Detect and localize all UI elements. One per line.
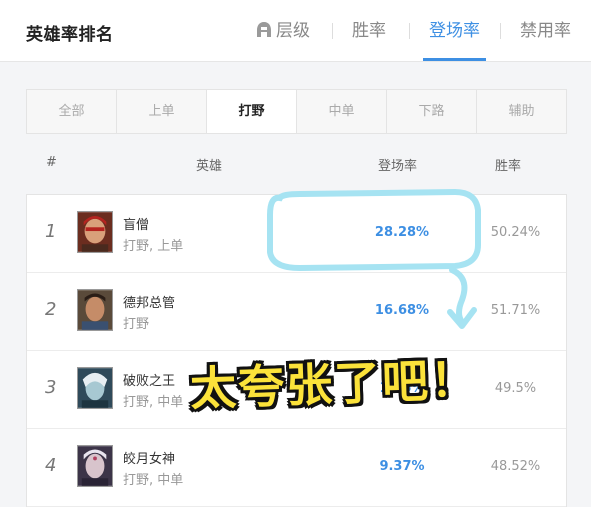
hero-name[interactable]: 德邦总管 xyxy=(123,292,175,311)
hero-name[interactable]: 盲僧 xyxy=(123,214,149,233)
tab-divider xyxy=(332,23,333,39)
annotation-sticker: 太夸张了吧！ xyxy=(189,351,479,417)
column-header-rank: # xyxy=(46,155,57,170)
rank-number: 3 xyxy=(45,377,57,398)
position-tab-support[interactable]: 辅助 xyxy=(477,90,566,133)
tab-divider xyxy=(500,23,501,39)
tab-pick-rate[interactable]: 登场率 xyxy=(423,16,486,61)
table-row[interactable]: 2 德邦总管 打野 16.68% 51.71% xyxy=(27,273,566,351)
tab-tier-label: 层级 xyxy=(276,21,310,41)
position-tab-bottom[interactable]: 下路 xyxy=(387,90,477,133)
rank-number: 4 xyxy=(45,455,57,476)
hero-roles: 打野 xyxy=(123,317,150,332)
hero-avatar xyxy=(77,367,113,409)
rank-number: 2 xyxy=(45,299,57,320)
content-area: 全部 上单 打野 中单 下路 辅助 # 英雄 登场率 胜率 1 盲僧 打野, 上… xyxy=(0,63,591,507)
win-rate: 49.5% xyxy=(494,381,537,396)
hero-name[interactable]: 皎月女神 xyxy=(123,448,175,467)
tab-divider xyxy=(409,23,410,39)
hero-roles: 打野, 中单 xyxy=(123,473,184,488)
page-title: 英雄率排名 xyxy=(26,25,114,45)
position-tab-top[interactable]: 上单 xyxy=(117,90,207,133)
table-row[interactable]: 1 盲僧 打野, 上单 28.28% 50.24% xyxy=(27,195,566,273)
column-header-win-rate[interactable]: 胜率 xyxy=(495,155,521,174)
rank-number: 1 xyxy=(45,221,57,242)
hero-roles: 打野, 上单 xyxy=(123,239,184,254)
position-tab-jungle[interactable]: 打野 xyxy=(207,90,297,133)
helmet-icon xyxy=(257,22,271,37)
tab-tier[interactable]: 层级 xyxy=(256,16,310,61)
pick-rate: 9.37% xyxy=(379,459,425,474)
pick-rate: 16.68% xyxy=(374,303,430,318)
win-rate: 50.24% xyxy=(490,225,541,240)
tab-ban-rate[interactable]: 禁用率 xyxy=(520,16,571,61)
hero-avatar xyxy=(77,211,113,253)
hero-roles: 打野, 中单 xyxy=(123,395,184,410)
position-tab-mid[interactable]: 中单 xyxy=(297,90,387,133)
win-rate: 51.71% xyxy=(490,303,541,318)
win-rate: 48.52% xyxy=(490,459,541,474)
top-bar: 英雄率排名 层级 胜率 登场率 禁用率 xyxy=(0,0,591,62)
table-row[interactable]: 4 皎月女神 打野, 中单 9.37% 48.52% xyxy=(27,429,566,507)
pick-rate: 28.28% xyxy=(374,225,430,240)
hero-avatar xyxy=(77,445,113,487)
position-tabs: 全部 上单 打野 中单 下路 辅助 xyxy=(26,89,567,134)
hero-name[interactable]: 破败之王 xyxy=(123,370,175,389)
hero-avatar xyxy=(77,289,113,331)
tab-win-rate[interactable]: 胜率 xyxy=(352,16,386,61)
column-header-hero: 英雄 xyxy=(196,159,223,174)
position-tab-all[interactable]: 全部 xyxy=(27,90,117,133)
column-header-pick-rate[interactable]: 登场率 xyxy=(378,155,417,174)
